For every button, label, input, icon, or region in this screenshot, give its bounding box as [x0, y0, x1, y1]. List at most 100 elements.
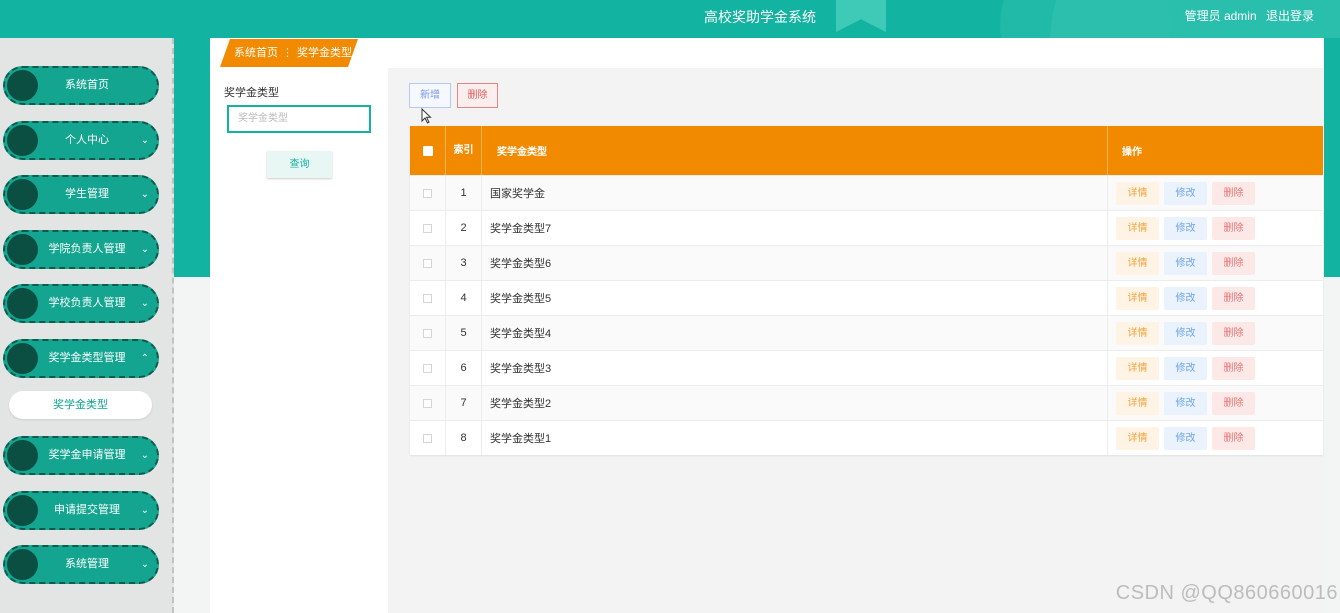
detail-button[interactable]: 详情: [1116, 286, 1159, 310]
app-title: 高校奖助学金系统: [704, 9, 816, 25]
table-row: 1 国家奖学金 详情 修改 删除: [410, 175, 1323, 210]
delete-button[interactable]: 删除: [1212, 216, 1255, 240]
sidebar: 系统首页 个人中心 ⌄ 学生管理 ⌄ 学院负责人管理 ⌄ 学校负责人管理 ⌄ 奖…: [0, 38, 174, 613]
breadcrumb-separator-icon: ⋮: [282, 47, 293, 59]
search-label: 奖学金类型: [224, 87, 279, 99]
table-row: 8 奖学金类型1 详情 修改 删除: [410, 420, 1323, 455]
delete-button[interactable]: 删除: [1212, 356, 1255, 380]
sidebar-item-label: 个人中心: [65, 134, 109, 146]
chevron-down-icon: ⌄: [140, 450, 149, 461]
user-label: 管理员 admin: [1184, 9, 1257, 23]
row-index: 7: [446, 386, 482, 420]
row-actions: 详情 修改 删除: [1108, 316, 1323, 350]
sidebar-item-scholarship-type-mgmt[interactable]: 奖学金类型管理 ⌃: [3, 339, 159, 378]
detail-button[interactable]: 详情: [1116, 321, 1159, 345]
row-checkbox[interactable]: [410, 421, 446, 455]
detail-button[interactable]: 详情: [1116, 356, 1159, 380]
detail-button[interactable]: 详情: [1116, 391, 1159, 415]
checkbox-icon: [423, 328, 432, 338]
chevron-down-icon: ⌄: [140, 298, 149, 309]
detail-button[interactable]: 详情: [1116, 426, 1159, 450]
row-name: 奖学金类型1: [482, 421, 1108, 455]
sidebar-item-label: 系统首页: [65, 79, 109, 91]
row-index: 2: [446, 211, 482, 245]
sidebar-subitem-scholarship-type[interactable]: 奖学金类型: [9, 391, 152, 419]
add-button[interactable]: 新增: [409, 83, 451, 108]
row-index: 6: [446, 351, 482, 385]
detail-button[interactable]: 详情: [1116, 251, 1159, 275]
delete-button[interactable]: 删除: [1212, 321, 1255, 345]
checkbox-icon: [423, 223, 432, 233]
edit-button[interactable]: 修改: [1164, 216, 1207, 240]
row-index: 3: [446, 246, 482, 280]
sidebar-item-scholarship-application[interactable]: 奖学金申请管理 ⌄: [3, 436, 159, 475]
row-checkbox[interactable]: [410, 211, 446, 245]
edit-button[interactable]: 修改: [1164, 251, 1207, 275]
nav-ball-icon: [7, 495, 38, 526]
sidebar-item-personal-center[interactable]: 个人中心 ⌄: [3, 121, 159, 160]
search-input[interactable]: 奖学金类型: [227, 105, 371, 133]
header-index: 索引: [446, 126, 482, 175]
delete-button[interactable]: 删除: [1212, 181, 1255, 205]
user-area: 管理员 admin 退出登录: [1179, 0, 1314, 38]
edit-button[interactable]: 修改: [1164, 426, 1207, 450]
chevron-down-icon: ⌄: [140, 244, 149, 255]
top-header: 高校奖助学金系统 管理员 admin 退出登录: [0, 0, 1340, 38]
row-actions: 详情 修改 删除: [1108, 176, 1323, 210]
sidebar-item-system-mgmt[interactable]: 系统管理 ⌄: [3, 545, 159, 584]
breadcrumb-home[interactable]: 系统首页: [234, 47, 278, 59]
sidebar-item-home[interactable]: 系统首页: [3, 66, 159, 105]
row-name: 奖学金类型3: [482, 351, 1108, 385]
row-name: 奖学金类型4: [482, 316, 1108, 350]
edit-button[interactable]: 修改: [1164, 391, 1207, 415]
edit-button[interactable]: 修改: [1164, 321, 1207, 345]
row-actions: 详情 修改 删除: [1108, 386, 1323, 420]
sidebar-item-students[interactable]: 学生管理 ⌄: [3, 175, 159, 214]
table-row: 6 奖学金类型3 详情 修改 删除: [410, 350, 1323, 385]
row-checkbox[interactable]: [410, 386, 446, 420]
table-row: 5 奖学金类型4 详情 修改 删除: [410, 315, 1323, 350]
search-button[interactable]: 查询: [267, 151, 332, 178]
row-name: 奖学金类型5: [482, 281, 1108, 315]
sidebar-item-submission-mgmt[interactable]: 申请提交管理 ⌄: [3, 491, 159, 530]
chevron-up-icon: ⌃: [140, 353, 149, 364]
delete-button[interactable]: 删除: [1212, 286, 1255, 310]
chevron-down-icon: ⌄: [140, 559, 149, 570]
chevron-down-icon: ⌄: [140, 189, 149, 200]
checkbox-icon: [422, 145, 433, 156]
row-index: 1: [446, 176, 482, 210]
edit-button[interactable]: 修改: [1164, 356, 1207, 380]
delete-button[interactable]: 删除: [1212, 391, 1255, 415]
delete-button[interactable]: 删除: [1212, 426, 1255, 450]
edit-button[interactable]: 修改: [1164, 286, 1207, 310]
nav-ball-icon: [7, 288, 38, 319]
row-checkbox[interactable]: [410, 176, 446, 210]
row-checkbox[interactable]: [410, 351, 446, 385]
row-index: 8: [446, 421, 482, 455]
checkbox-icon: [423, 188, 432, 198]
table-row: 2 奖学金类型7 详情 修改 删除: [410, 210, 1323, 245]
row-checkbox[interactable]: [410, 281, 446, 315]
row-name: 国家奖学金: [482, 176, 1108, 210]
sidebar-item-label: 系统管理: [65, 558, 109, 570]
edit-button[interactable]: 修改: [1164, 181, 1207, 205]
detail-button[interactable]: 详情: [1116, 181, 1159, 205]
header-ops: 操作: [1122, 147, 1142, 158]
row-checkbox[interactable]: [410, 316, 446, 350]
sidebar-item-school-managers[interactable]: 学校负责人管理 ⌄: [3, 284, 159, 323]
header-select-all[interactable]: [410, 126, 446, 175]
table-row: 3 奖学金类型6 详情 修改 删除: [410, 245, 1323, 280]
logout-link[interactable]: 退出登录: [1266, 9, 1314, 23]
nav-ball-icon: [7, 234, 38, 265]
row-checkbox[interactable]: [410, 246, 446, 280]
bulk-delete-button[interactable]: 删除: [457, 83, 498, 108]
sidebar-item-label: 申请提交管理: [54, 504, 120, 516]
breadcrumb-current: 奖学金类型: [297, 47, 352, 59]
nav-ball-icon: [7, 549, 38, 580]
table-row: 4 奖学金类型5 详情 修改 删除: [410, 280, 1323, 315]
sidebar-item-college-managers[interactable]: 学院负责人管理 ⌄: [3, 230, 159, 269]
delete-button[interactable]: 删除: [1212, 251, 1255, 275]
detail-button[interactable]: 详情: [1116, 216, 1159, 240]
sidebar-item-label: 学校负责人管理: [48, 297, 126, 309]
row-actions: 详情 修改 删除: [1108, 246, 1323, 280]
